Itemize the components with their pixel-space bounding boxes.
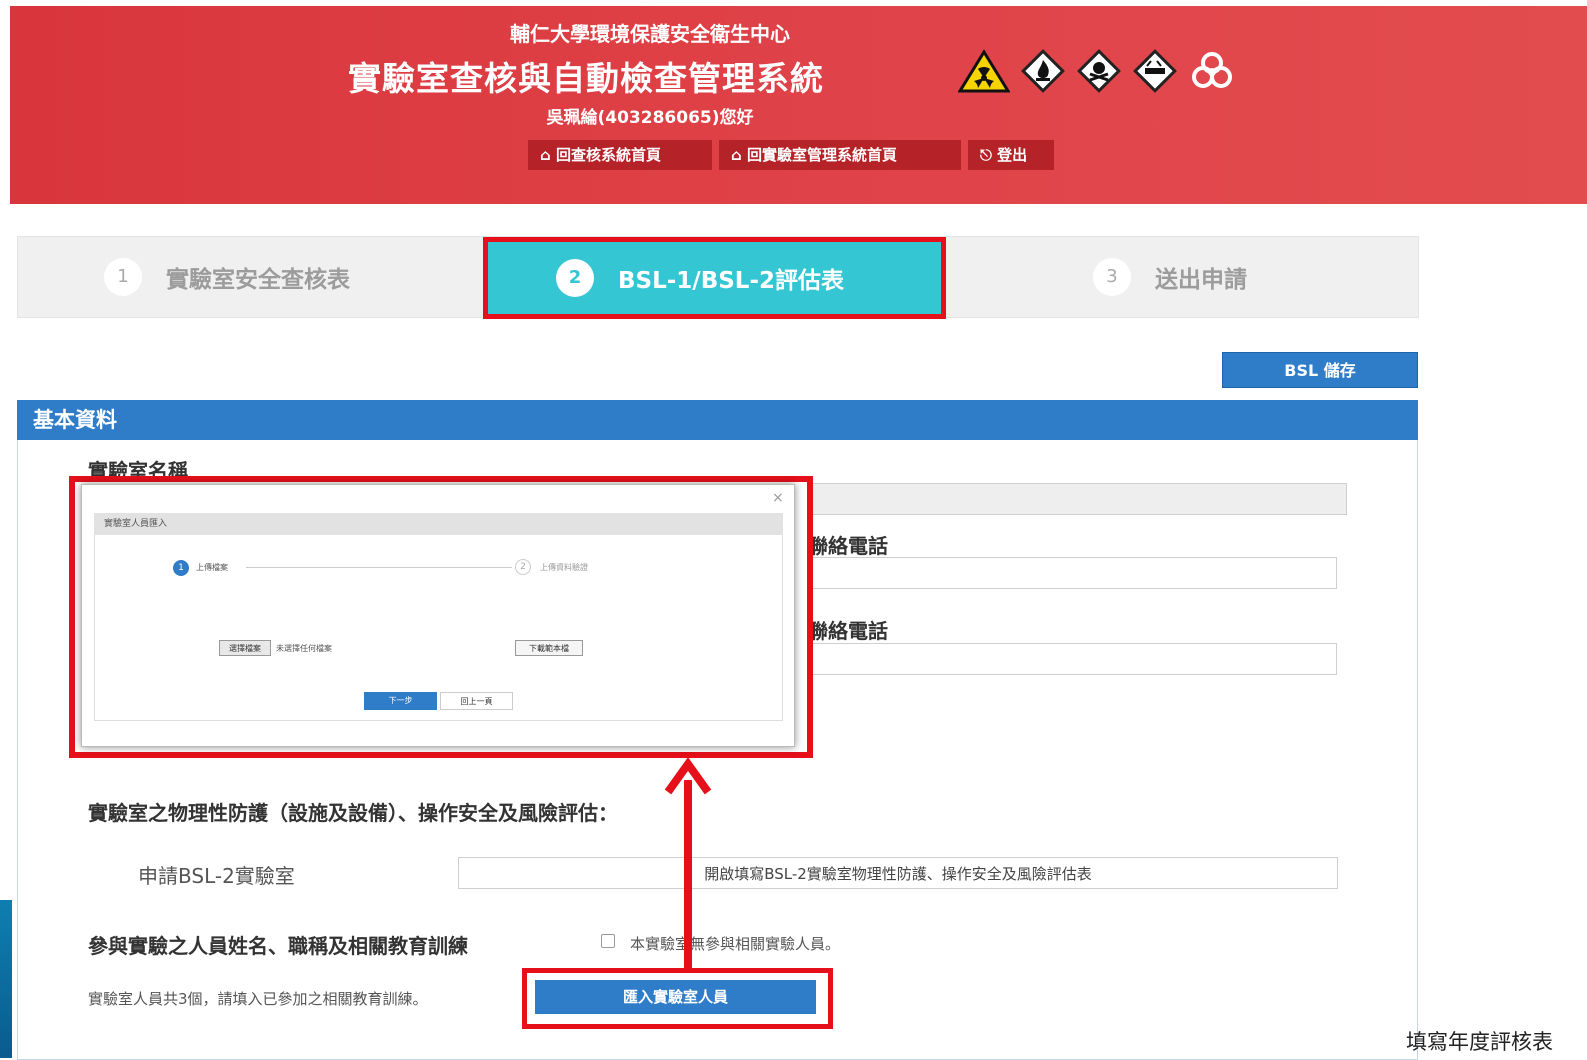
physical-protection-label: 實驗室之物理性防護（設施及設備）、操作安全及風險評估： bbox=[88, 801, 618, 825]
phone-label-2: 聯絡電話 bbox=[808, 619, 888, 643]
bsl2-label: 申請BSL-2實驗室 bbox=[138, 864, 295, 888]
modal-step-2-number: 2 bbox=[515, 559, 531, 575]
no-people-checkbox[interactable] bbox=[601, 934, 615, 948]
callout-arrow bbox=[684, 780, 692, 970]
bsl2-form-button[interactable]: 開啟填寫BSL-2實驗室物理性防護、操作安全及風險評估表 bbox=[458, 857, 1338, 889]
slide-caption: 填寫年度評核表 bbox=[1406, 1030, 1553, 1054]
logout-button[interactable]: ⎋ 登出 bbox=[968, 140, 1054, 170]
modal-step-1-number: 1 bbox=[173, 560, 189, 576]
no-people-label: 本實驗室無參與相關實驗人員。 bbox=[630, 935, 841, 953]
home-icon: ⌂ bbox=[731, 146, 742, 164]
toxic-icon bbox=[1077, 49, 1121, 93]
step-3-label: 送出申請 bbox=[1155, 267, 1247, 293]
people-label: 參與實驗之人員姓名、職稱及相關教育訓練 bbox=[88, 934, 468, 958]
nav-lab-home-label: 回實驗室管理系統首頁 bbox=[746, 146, 897, 164]
modal-next-button[interactable]: 下一步 bbox=[364, 692, 437, 710]
flammable-icon bbox=[1021, 49, 1065, 93]
step-3-number: 3 bbox=[1093, 258, 1131, 296]
modal-body bbox=[94, 513, 783, 721]
import-highlight-frame bbox=[522, 968, 833, 1029]
panel-title: 基本資料 bbox=[17, 400, 1418, 440]
modal-back-button[interactable]: 回上一頁 bbox=[440, 692, 513, 710]
phone-label-1: 聯絡電話 bbox=[808, 534, 888, 558]
people-count-text: 實驗室人員共3個，請填入已參加之相關教育訓練。 bbox=[88, 990, 428, 1008]
org-name: 輔仁大學環境保護安全衛生中心 bbox=[510, 22, 790, 46]
corrosive-icon bbox=[1133, 49, 1177, 93]
arrow-head-icon bbox=[664, 757, 712, 795]
choose-file-button[interactable]: 選擇檔案 bbox=[219, 640, 271, 656]
step-2-active[interactable]: 2 BSL-1/BSL-2評估表 bbox=[483, 237, 946, 319]
logout-label: 登出 bbox=[997, 146, 1028, 164]
step-2-number: 2 bbox=[556, 259, 594, 297]
bsl-save-button[interactable]: BSL 儲存 bbox=[1222, 352, 1418, 388]
step-3[interactable]: 3 送出申請 bbox=[1093, 258, 1247, 296]
step-1[interactable]: 1 實驗室安全查核表 bbox=[104, 258, 350, 296]
modal-close-button[interactable]: × bbox=[772, 490, 784, 506]
download-sample-button[interactable]: 下載範本檔 bbox=[515, 640, 583, 656]
user-greeting: 吳珮綸(403286065)您好 bbox=[546, 108, 754, 128]
phone-field-1[interactable] bbox=[800, 557, 1337, 589]
modal-step-1-label: 上傳檔案 bbox=[196, 563, 228, 572]
modal-step-connector bbox=[246, 567, 512, 568]
phone-field-2[interactable] bbox=[800, 643, 1337, 675]
system-title: 實驗室查核與自動檢查管理系統 bbox=[348, 59, 824, 98]
nav-audit-home-button[interactable]: ⌂ 回查核系統首頁 bbox=[528, 140, 712, 170]
nav-audit-home-label: 回查核系統首頁 bbox=[555, 146, 661, 164]
modal-step-2-label: 上傳資料驗證 bbox=[540, 563, 588, 572]
nav-lab-home-button[interactable]: ⌂ 回實驗室管理系統首頁 bbox=[719, 140, 961, 170]
radiation-icon bbox=[958, 49, 1010, 93]
hazard-icons bbox=[958, 46, 1236, 96]
slide-decoration bbox=[0, 900, 12, 1058]
step-1-label: 實驗室安全查核表 bbox=[166, 267, 350, 293]
modal-title: 實驗室人員匯入 bbox=[94, 513, 783, 535]
no-file-text: 未選擇任何檔案 bbox=[276, 644, 332, 653]
lab-name-field[interactable] bbox=[752, 483, 1347, 515]
logout-icon: ⎋ bbox=[980, 146, 992, 164]
home-icon: ⌂ bbox=[540, 146, 551, 164]
biohazard-icon bbox=[1192, 52, 1232, 88]
step-2-label: BSL-1/BSL-2評估表 bbox=[618, 268, 845, 294]
step-1-number: 1 bbox=[104, 258, 142, 296]
